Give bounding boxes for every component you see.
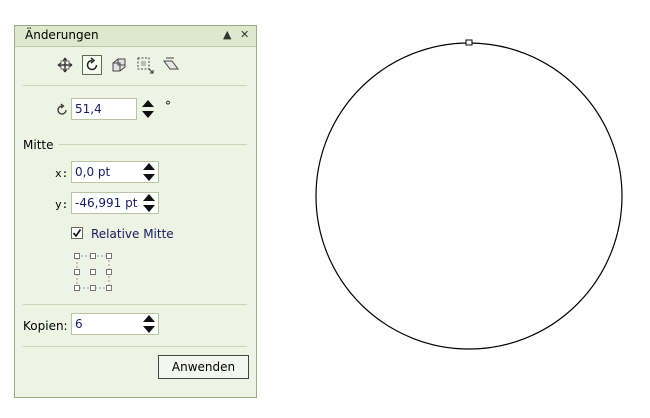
rotation-angle-spinner[interactable] bbox=[138, 98, 158, 120]
rotation-angle-icon bbox=[55, 103, 69, 120]
circle-shape[interactable] bbox=[315, 42, 623, 350]
separator bbox=[23, 85, 247, 86]
close-icon[interactable]: ✕ bbox=[240, 28, 249, 41]
checkmark-icon bbox=[72, 229, 82, 238]
node-handle[interactable] bbox=[465, 39, 473, 46]
center-y-spinner[interactable] bbox=[139, 192, 159, 214]
y-label: y: bbox=[55, 198, 69, 211]
position-tool-icon[interactable] bbox=[55, 55, 75, 75]
separator bbox=[23, 346, 247, 347]
docker-title: Änderungen bbox=[25, 28, 99, 42]
apply-button[interactable]: Anwenden bbox=[158, 355, 249, 379]
degree-unit: ° bbox=[165, 99, 171, 113]
separator bbox=[59, 144, 247, 145]
scale-tool-icon[interactable] bbox=[109, 55, 129, 75]
drawing-canvas[interactable] bbox=[300, 30, 640, 360]
relative-center-checkbox[interactable] bbox=[71, 227, 83, 239]
x-label: x: bbox=[55, 167, 69, 180]
collapse-icon[interactable]: ▲ bbox=[223, 28, 231, 41]
skew-tool-icon[interactable] bbox=[161, 55, 181, 75]
size-tool-icon[interactable] bbox=[135, 55, 155, 75]
relative-center-label[interactable]: Relative Mitte bbox=[91, 227, 174, 241]
transformations-docker: Änderungen ▲ ✕ 51,4 ° Mitte x: 0,0 pt y:… bbox=[14, 25, 257, 398]
center-x-spinner[interactable] bbox=[139, 161, 159, 183]
center-section-label: Mitte bbox=[23, 138, 54, 152]
docker-titlebar: Änderungen ▲ ✕ bbox=[15, 26, 256, 47]
copies-spinner[interactable] bbox=[139, 313, 159, 335]
rotate-tool-icon[interactable] bbox=[82, 55, 102, 75]
rotation-angle-input[interactable]: 51,4 bbox=[71, 98, 137, 120]
anchor-point-selector[interactable] bbox=[73, 252, 113, 292]
separator bbox=[23, 304, 247, 305]
copies-label: Kopien: bbox=[23, 319, 68, 333]
